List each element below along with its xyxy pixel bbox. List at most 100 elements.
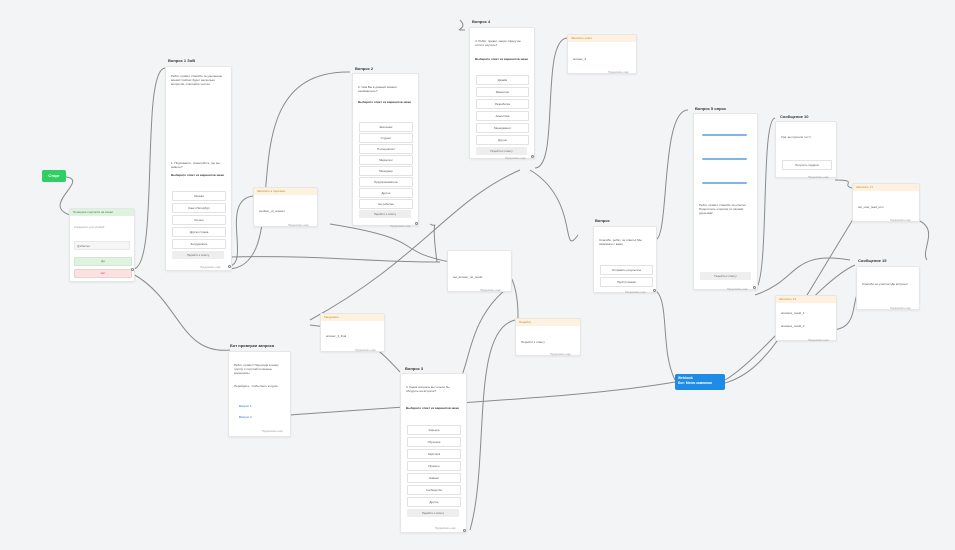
option-button[interactable]: IT-специалист [359,144,413,154]
option-link[interactable]: Вопрос 1 [239,404,252,409]
message-text: Ребят, привет, спасибо за уделенное врем… [171,74,223,86]
node-footer: Продолжить ещё [625,291,646,294]
question-text: 3. Какие вопросы вы хотели бы обсудить н… [406,385,450,393]
no-branch[interactable]: Нет [74,269,132,278]
option-button[interactable]: Обучение [407,437,461,447]
option-button[interactable]: Затрудняюсь [172,239,226,249]
variable-value: set_answer_ok_result [453,275,483,279]
next-button[interactable]: Перейти к ответу [359,210,411,218]
start-node[interactable]: Старт [42,170,66,182]
option-button[interactable]: Другое [359,188,413,198]
node-message-15[interactable]: Спасибо за участие! До встречи! [856,266,920,310]
prompt-text: Выберите ответ из вариантов ниже [475,57,529,61]
node-notify[interactable]: Уведомить answer_3_final [320,313,385,352]
option-button[interactable]: Разработка [476,99,529,109]
connector-dot[interactable] [463,529,466,532]
node-save-answer[interactable]: Записать ответ answer_4 [567,34,637,74]
option-button[interactable]: Школьник [359,122,413,132]
node-tag: Проверка подписки на канал [70,209,134,216]
node-set-answer[interactable]: set_answer_ok_result [447,250,512,292]
node-tag: Уведомить [321,314,384,321]
node-finish-question[interactable]: Спасибо, ребят, за ответы! Мы свяжемся с… [593,226,657,293]
connector-dot[interactable] [753,286,756,289]
next-button[interactable]: Перейти к ответу [700,272,751,280]
node-message-10[interactable]: Ура, вы прошли тест! Получить подарок [775,121,837,178]
node-save-results[interactable]: Записать 13 answers_result_1 answers_res… [775,295,837,341]
variable-value: position_of_answer [259,209,285,213]
node-footer: Продолжить ещё [890,307,911,310]
option-button[interactable]: Другая страна [172,227,226,237]
connector-dot[interactable] [415,222,418,225]
option-button[interactable]: Аналитика [476,111,529,121]
connector-dot[interactable] [653,289,656,292]
node-footer: Продолжить ещё [435,527,456,530]
option-link[interactable]: Вопрос 2 [239,415,252,420]
node-title: Вопрос 2 [355,66,374,71]
connector-dot[interactable] [531,155,534,158]
node-subscription-check[interactable]: Проверка подписки на канал Определить дл… [69,208,135,282]
node-title: Вопрос 3 [405,366,424,371]
option-button[interactable]: Карьера [407,425,461,435]
progress-bar [702,158,747,160]
option-button[interactable]: Маркетинг [359,155,413,165]
node-tag: Записать 13 [776,296,836,303]
option-button[interactable]: Регион [172,215,226,225]
node-request-check[interactable]: Ребят, привет! Переходи в нашу группу и … [228,351,291,437]
node-footer: Продолжить ещё [808,339,829,342]
node-title: Вопрос 5 опрос [695,106,727,111]
connector-dot[interactable] [228,265,231,268]
option-button[interactable]: Менеджмент [476,123,529,133]
node-tag: Записать в перемен. [254,188,317,195]
next-button[interactable]: Перейти к ответу [407,509,459,517]
option-button[interactable]: Другое [407,497,461,507]
next-button[interactable]: Перейти к ответу [172,251,224,259]
prompt-text: Выберите ответ из вариантов ниже [406,406,460,410]
option-button[interactable]: Маркетинг [476,87,529,97]
question-text: 2. Чем Вы в данный момент занимаетесь? [358,85,398,93]
option-button[interactable]: Студент [359,133,413,143]
prompt-text: Выберите ответ из вариантов ниже [358,100,412,104]
message-text: Ребят, привет! Переходи в нашу группу и … [234,363,279,375]
option-button[interactable]: Менеджер [359,166,413,176]
option-button[interactable]: Отправить результаты [600,265,653,275]
message-text-2: Перейдите, чтобы быть в курсе [234,384,278,388]
field-value[interactable]: @channel [74,241,130,250]
node-title: Вопрос [595,218,610,223]
message-text: Ребят, привет, спасибо за ответы! Подели… [699,203,746,215]
option-button[interactable]: Пройти заново [600,277,653,287]
next-button[interactable]: Перейти к ответу [476,147,527,155]
node-tag: Записать ответ [568,35,636,42]
webhook-target-node[interactable]: Webhook Бот: Меню кампании [675,374,725,390]
node-footer: Продолжить ещё [480,289,501,292]
question-text: 1. Подскажите, пожалуйста, где вы живете… [171,161,220,169]
node-footer: Продолжить ещё [890,219,911,222]
connector-dot[interactable] [131,268,134,271]
node-save-utm[interactable]: Записать 17 set_user_lead_utm [852,183,920,222]
node-question-4[interactable]: 4. Ребят, привет, какую сферу вы хотите … [469,27,535,159]
option-button[interactable]: Проекты [407,461,461,471]
option-button[interactable]: Не работаю [359,199,413,209]
node-question-5[interactable]: Ребят, привет, спасибо за ответы! Подели… [693,113,758,290]
variable-value: answer_4 [573,57,587,61]
node-save-variable[interactable]: Записать в перемен. position_of_answer [253,187,318,227]
node-redirect[interactable]: Перейти Перейти к ответу [515,318,581,356]
option-button[interactable]: Сообщество [407,485,461,495]
node-title: Вопрос 4 [472,19,491,24]
option-button[interactable]: Москва [172,191,226,201]
node-question-3[interactable]: 3. Какие вопросы вы хотели бы обсудить н… [400,373,467,533]
target-line-2: Бот: Меню кампании [678,380,713,385]
node-question-2[interactable]: 2. Чем Вы в данный момент занимаетесь? В… [352,73,419,226]
node-question-1[interactable]: Ребят, привет, спасибо за уделенное врем… [165,66,232,271]
option-button[interactable]: Дизайн [476,75,529,85]
variable-value: set_user_lead_utm [858,205,884,209]
gift-button[interactable]: Получить подарок [782,160,832,170]
option-button[interactable]: Зарплата [407,449,461,459]
node-title: Вопрос 1 ЗоВ [168,58,196,63]
option-button[interactable]: Санкт-Петербург [172,203,226,213]
option-button[interactable]: Предприниматель [359,177,413,187]
option-button[interactable]: Другое [476,135,529,145]
variable-value: Перейти к ответу [521,340,545,344]
option-button[interactable]: Навыки [407,473,461,483]
node-title: Сообщение 15 [858,258,887,263]
yes-branch[interactable]: Да [74,257,132,266]
